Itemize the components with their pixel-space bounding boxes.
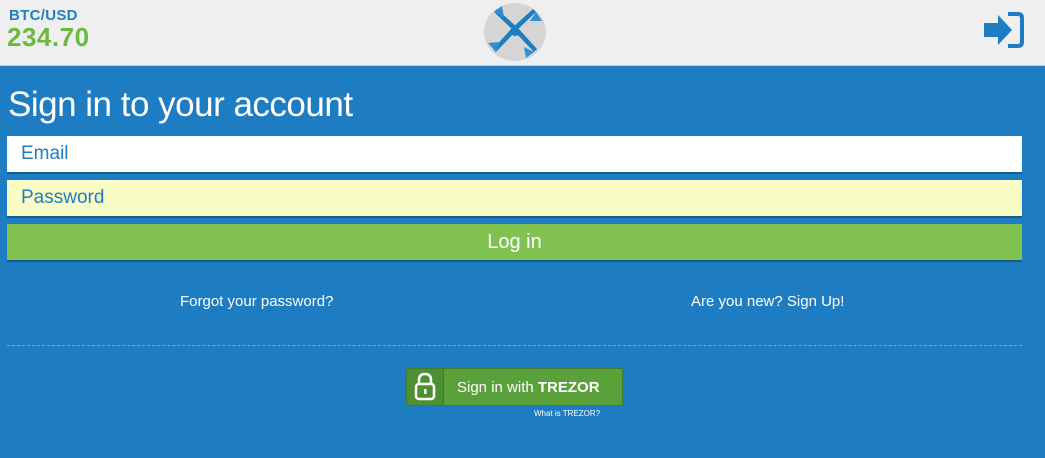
trezor-button-label: Sign in with TREZOR bbox=[457, 379, 600, 396]
forgot-password-link[interactable]: Forgot your password? bbox=[180, 293, 333, 310]
top-bar: BTC/USD 234.70 bbox=[0, 0, 1045, 66]
ticker-price: 234.70 bbox=[7, 22, 90, 52]
what-is-trezor-link[interactable]: What is TREZOR? bbox=[534, 409, 600, 418]
email-field[interactable] bbox=[7, 136, 1022, 172]
trezor-label-prefix: Sign in with bbox=[457, 379, 538, 396]
sign-up-link[interactable]: Are you new? Sign Up! bbox=[691, 293, 844, 310]
page-title: Sign in to your account bbox=[8, 85, 353, 124]
trezor-sign-in-button[interactable]: Sign in with TREZOR bbox=[406, 368, 623, 406]
login-panel: Sign in to your account Log in Forgot yo… bbox=[0, 66, 1045, 458]
lock-icon bbox=[407, 369, 444, 405]
password-field[interactable] bbox=[7, 180, 1022, 216]
divider bbox=[7, 345, 1022, 346]
login-button[interactable]: Log in bbox=[7, 224, 1022, 260]
sign-in-arrow-icon[interactable] bbox=[981, 10, 1025, 50]
trezor-brand: TREZOR bbox=[537, 379, 600, 396]
propeller-logo-icon[interactable] bbox=[482, 2, 548, 62]
